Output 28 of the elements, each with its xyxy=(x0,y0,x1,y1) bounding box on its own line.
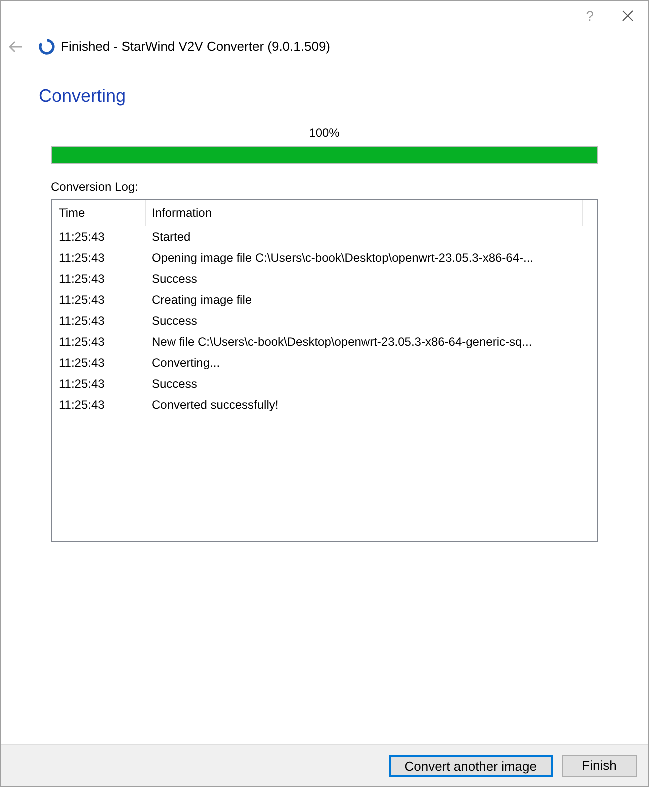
information-cell-text: Success xyxy=(151,376,198,392)
page-heading: Converting xyxy=(39,85,126,108)
time-cell-text: 11:25:43 xyxy=(58,292,106,308)
window-title: Finished - StarWind V2V Converter (9.0.1.509) xyxy=(61,38,331,56)
time-cell-text: 11:25:43 xyxy=(58,334,106,350)
time-cell-text: 11:25:43 xyxy=(58,354,106,372)
time-cell-text: 11:25:43 xyxy=(58,396,106,414)
dialog-button[interactable]: Convert another image xyxy=(388,754,553,776)
time-cell-text: 11:25:43 xyxy=(58,312,106,330)
information-cell-text: Opening image file C:\Users\c-book\Desktop\openwrt-23.05.3-x86-64-... xyxy=(151,250,534,266)
log-label: Conversion Log: xyxy=(51,179,138,196)
time-cell-text: 11:25:43 xyxy=(58,270,106,288)
time-cell-text: 11:25:43 xyxy=(58,228,106,246)
information-cell-text: Creating image file xyxy=(151,292,252,308)
information-cell-text: Success xyxy=(151,312,198,330)
progress-reading: 100% xyxy=(309,125,340,142)
information-cell-text: New file C:\Users\c-book\Desktop\openwrt-23.05.3-x86-64-generic-sq... xyxy=(151,334,532,350)
time-cell-text: 11:25:43 xyxy=(58,376,106,392)
column-header[interactable]: Information xyxy=(146,200,583,226)
column-header[interactable]: Time xyxy=(52,200,146,226)
information-cell-text: Converted successfully! xyxy=(151,396,279,414)
information-cell-text: Converting... xyxy=(151,354,220,372)
information-cell-text: Started xyxy=(151,228,191,246)
information-cell-text: Success xyxy=(151,270,198,288)
time-cell-text: 11:25:43 xyxy=(58,250,106,266)
app-logo-icon xyxy=(39,39,55,55)
dialog-button[interactable]: Finish xyxy=(562,754,637,776)
close-icon[interactable] xyxy=(622,10,634,22)
